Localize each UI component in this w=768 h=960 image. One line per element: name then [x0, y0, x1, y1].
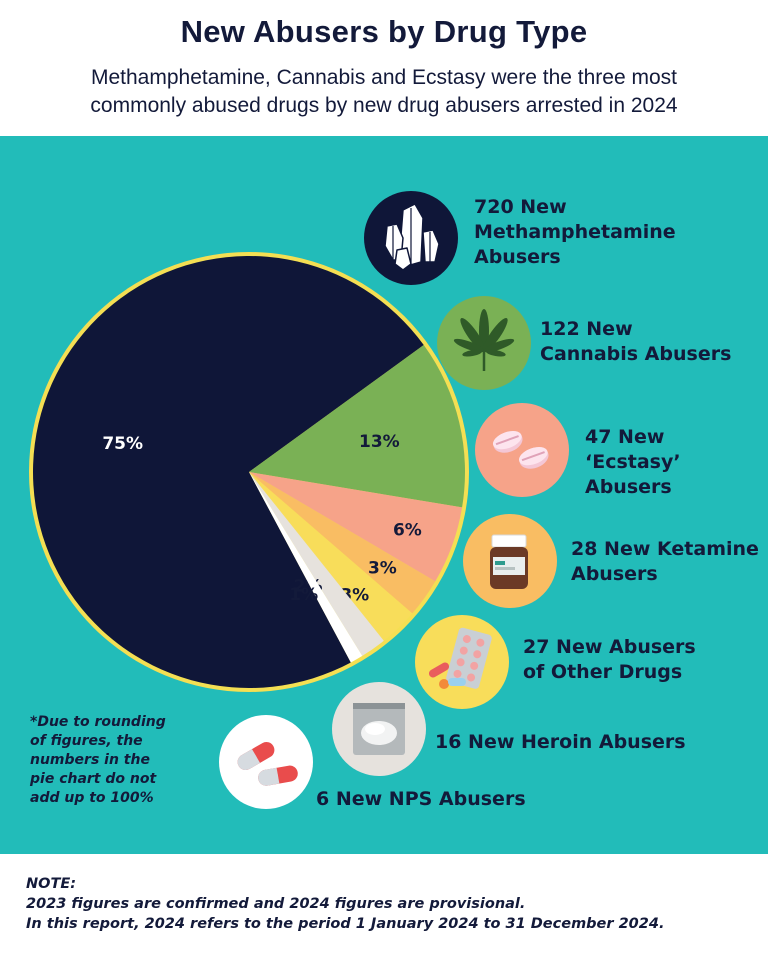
legend-ketamine: 28 New Ketamine Abusers [571, 537, 759, 587]
legend-methamphetamine: 720 New Methamphetamine Abusers [474, 195, 676, 270]
legend-nps-line-1: 6 New NPS Abusers [316, 788, 526, 810]
legend-ketamine-line-1: 28 New Ketamine [571, 538, 759, 560]
pie-label-ecstasy: 6% [393, 520, 422, 540]
pie-label-methamphetamine: 75% [102, 434, 143, 454]
legend-cannabis-line-1: 122 New [540, 318, 633, 340]
subtitle-line-2: commonly abused drugs by new drug abuser… [90, 94, 678, 117]
rounding-note-line-5: add up to 100% [30, 790, 154, 806]
medicine-bottle-icon [463, 514, 557, 608]
subtitle-line-1: Methamphetamine, Cannabis and Ecstasy we… [91, 66, 677, 89]
page-title: New Abusers by Drug Type [180, 14, 588, 49]
rounding-note-line-3: numbers in the [30, 752, 150, 768]
legend-methamphetamine-line-1: 720 New [474, 196, 567, 218]
capsule-icon [219, 715, 313, 809]
footer-note: NOTE: 2023 figures are confirmed and 202… [0, 854, 768, 960]
legend-heroin: 16 New Heroin Abusers [435, 730, 686, 755]
legend-ecstasy-line-2: ‘Ecstasy’ [585, 451, 681, 473]
page-subtitle: Methamphetamine, Cannabis and Ecstasy we… [24, 64, 744, 120]
header: New Abusers by Drug Type Methamphetamine… [0, 0, 768, 136]
legend-methamphetamine-line-3: Abusers [474, 246, 561, 268]
powder-bag-icon [332, 682, 426, 776]
legend-ecstasy-line-3: Abusers [585, 476, 672, 498]
chart-panel: 75% 13% 6% 3% 3% 2% 1% 720 New Methamphe… [0, 136, 768, 854]
legend-ketamine-line-2: Abusers [571, 563, 658, 585]
pie-label-ketamine: 3% [368, 559, 397, 579]
rounding-note-line-1: *Due to rounding [30, 714, 166, 730]
cannabis-leaf-icon [437, 296, 531, 390]
legend-methamphetamine-line-2: Methamphetamine [474, 221, 676, 243]
ecstasy-pill-icon [475, 403, 569, 497]
rounding-note: *Due to rounding of figures, the numbers… [30, 713, 190, 808]
legend-other-drugs-line-1: 27 New Abusers [523, 636, 696, 658]
legend-ecstasy: 47 New ‘Ecstasy’ Abusers [585, 425, 681, 500]
legend-ecstasy-line-1: 47 New [585, 426, 665, 448]
footer-line-1: 2023 figures are confirmed and 2024 figu… [26, 896, 526, 912]
rounding-note-line-4: pie chart do not [30, 771, 157, 787]
rounding-note-line-2: of figures, the [30, 733, 143, 749]
pill-blister-icon [415, 615, 509, 709]
pie-label-nps: 1% [289, 585, 318, 605]
legend-nps: 6 New NPS Abusers [316, 787, 526, 812]
footer-line-2: In this report, 2024 refers to the perio… [26, 916, 665, 932]
legend-heroin-line-1: 16 New Heroin Abusers [435, 731, 686, 753]
crystal-icon [364, 191, 458, 285]
legend-other-drugs-line-2: of Other Drugs [523, 661, 683, 683]
pie-label-cannabis: 13% [359, 432, 400, 452]
legend-cannabis: 122 New Cannabis Abusers [540, 317, 731, 367]
legend-other-drugs: 27 New Abusers of Other Drugs [523, 635, 696, 685]
footer-heading: NOTE: [26, 876, 77, 892]
legend-cannabis-line-2: Cannabis Abusers [540, 343, 732, 365]
